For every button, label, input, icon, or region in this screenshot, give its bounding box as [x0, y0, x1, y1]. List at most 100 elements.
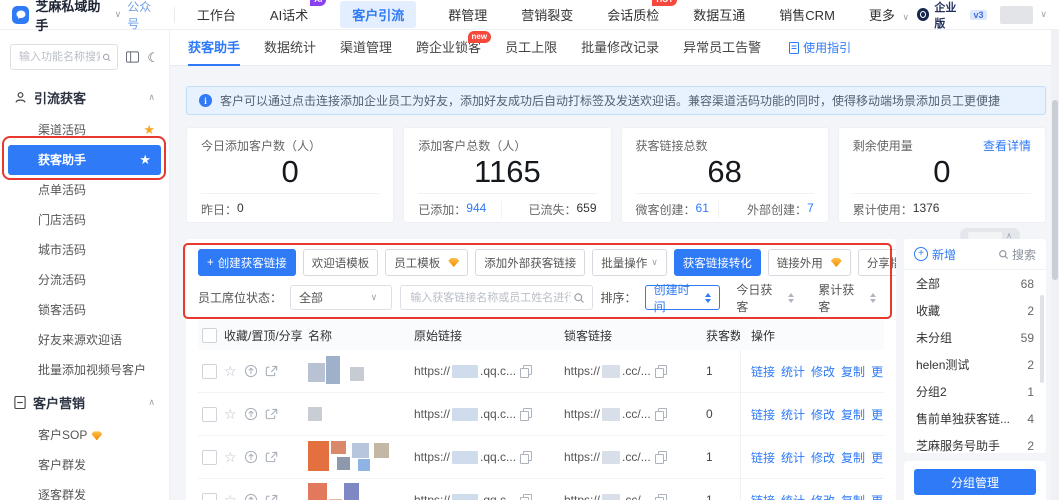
- link-conversion-button[interactable]: 获客链接转化: [674, 249, 761, 276]
- copy-icon[interactable]: [520, 451, 531, 463]
- tab-cross-enterprise-lock[interactable]: 跨企业锁客new: [416, 30, 481, 66]
- pin-top-icon[interactable]: [244, 493, 258, 500]
- action-edit[interactable]: 修改: [811, 449, 835, 466]
- action-more[interactable]: 更多: [871, 449, 884, 466]
- row-checkbox[interactable]: [202, 364, 217, 379]
- select-all-checkbox[interactable]: [202, 328, 217, 343]
- sidebar-item-friend-welcome[interactable]: 好友来源欢迎语: [0, 325, 169, 355]
- action-copy[interactable]: 复制: [841, 406, 865, 423]
- action-edit[interactable]: 修改: [811, 406, 835, 423]
- copy-icon[interactable]: [655, 408, 666, 420]
- account-chevron-down-icon[interactable]: ∨: [1040, 9, 1047, 20]
- group-item[interactable]: 未分组 59: [904, 324, 1046, 351]
- welcome-template-button[interactable]: 欢迎语模板: [303, 249, 379, 276]
- tab-acquisition-assistant[interactable]: 获客助手: [188, 30, 240, 66]
- tab-data-statistics[interactable]: 数据统计: [264, 30, 316, 66]
- tab-channel-management[interactable]: 渠道管理: [340, 30, 392, 66]
- group-item[interactable]: 收藏 2: [904, 297, 1046, 324]
- copy-icon[interactable]: [655, 451, 666, 463]
- action-more[interactable]: 更多: [871, 363, 884, 380]
- pin-top-icon[interactable]: [244, 364, 258, 378]
- action-link[interactable]: 链接: [751, 492, 775, 500]
- nav-data-interchange[interactable]: 数据互通: [691, 1, 747, 28]
- sidebar-item-batch-video-customers[interactable]: 批量添加视频号客户: [0, 355, 169, 385]
- group-item[interactable]: 售前单独获客链... 4: [904, 405, 1046, 432]
- group-manage-button[interactable]: 分组管理: [914, 469, 1036, 495]
- action-statistics[interactable]: 统计: [781, 363, 805, 380]
- share-metrics-button[interactable]: 分享指标: [858, 249, 896, 276]
- favorite-star-icon[interactable]: ★: [143, 115, 155, 145]
- seat-status-select[interactable]: 全部∨: [290, 285, 392, 310]
- favorite-star-icon[interactable]: ☆: [224, 493, 237, 500]
- copy-icon[interactable]: [520, 494, 531, 500]
- row-checkbox[interactable]: [202, 407, 217, 422]
- sidebar-item-store-qr[interactable]: 门店活码: [0, 205, 169, 235]
- sidebar-section-marketing[interactable]: 客户营销 ∧: [0, 385, 169, 420]
- view-details-link[interactable]: 查看详情: [983, 137, 1031, 154]
- tab-staff-limit[interactable]: 员工上限: [505, 30, 557, 66]
- action-edit[interactable]: 修改: [811, 363, 835, 380]
- scrollbar-thumb[interactable]: [1052, 100, 1058, 280]
- row-checkbox[interactable]: [202, 493, 217, 500]
- row-checkbox[interactable]: [202, 450, 217, 465]
- action-edit[interactable]: 修改: [811, 492, 835, 500]
- sort-by-total[interactable]: 累计获客: [810, 285, 884, 310]
- sidebar-item-lock-qr[interactable]: 锁客活码: [0, 295, 169, 325]
- tab-batch-modify-log[interactable]: 批量修改记录: [581, 30, 659, 66]
- action-link[interactable]: 链接: [751, 363, 775, 380]
- sidebar-item-city-qr[interactable]: 城市活码: [0, 235, 169, 265]
- usage-guide-link[interactable]: 使用指引: [789, 39, 851, 56]
- sidebar-item-channel-qr[interactable]: 渠道活码★: [0, 115, 169, 145]
- nav-customer-acquisition[interactable]: 客户引流: [340, 1, 416, 28]
- favorite-star-icon[interactable]: ☆: [224, 450, 237, 464]
- action-link[interactable]: 链接: [751, 449, 775, 466]
- copy-icon[interactable]: [520, 408, 531, 420]
- sort-by-create-time[interactable]: 创建时间: [645, 285, 721, 310]
- pin-top-icon[interactable]: [244, 407, 258, 421]
- sidebar-item-split-qr[interactable]: 分流活码: [0, 265, 169, 295]
- group-item[interactable]: 芝麻服务号助手 2: [904, 432, 1046, 453]
- sidebar-search-input[interactable]: [17, 50, 102, 64]
- favorite-star-icon[interactable]: ☆: [224, 364, 237, 378]
- pin-top-icon[interactable]: [244, 450, 258, 464]
- group-search-button[interactable]: 搜索: [998, 246, 1036, 263]
- copy-icon[interactable]: [520, 365, 531, 377]
- user-avatar[interactable]: [1000, 6, 1034, 24]
- action-statistics[interactable]: 统计: [781, 406, 805, 423]
- scrollbar-thumb[interactable]: [1040, 295, 1044, 383]
- copy-icon[interactable]: [655, 365, 666, 377]
- action-link[interactable]: 链接: [751, 406, 775, 423]
- favorite-star-icon[interactable]: ★: [139, 145, 151, 175]
- nav-sales-crm[interactable]: 销售CRM: [777, 1, 837, 28]
- action-statistics[interactable]: 统计: [781, 492, 805, 500]
- action-copy[interactable]: 复制: [841, 449, 865, 466]
- official-account-link[interactable]: 公众号: [127, 0, 162, 32]
- batch-operation-dropdown[interactable]: 批量操作∨: [592, 249, 667, 276]
- add-external-link-button[interactable]: 添加外部获客链接: [475, 249, 585, 276]
- share-icon[interactable]: [265, 494, 278, 500]
- share-icon[interactable]: [265, 408, 278, 421]
- sidebar-item-order-qr[interactable]: 点单活码: [0, 175, 169, 205]
- nav-workbench[interactable]: 工作台: [195, 1, 238, 28]
- action-statistics[interactable]: 统计: [781, 449, 805, 466]
- share-icon[interactable]: [265, 451, 278, 464]
- add-group-button[interactable]: +新增: [914, 246, 956, 263]
- nav-more[interactable]: 更多 ∨: [867, 1, 917, 28]
- tab-abnormal-staff-alert[interactable]: 异常员工告警: [683, 30, 761, 66]
- copy-icon[interactable]: [655, 494, 666, 500]
- link-external-use-button[interactable]: 链接外用: [768, 249, 851, 276]
- sidebar-item-chase-broadcast[interactable]: 逐客群发: [0, 480, 169, 500]
- action-copy[interactable]: 复制: [841, 363, 865, 380]
- share-icon[interactable]: [265, 365, 278, 378]
- nav-ai-script[interactable]: AI话术AI: [268, 1, 310, 28]
- window-scrollbar[interactable]: [1051, 30, 1059, 500]
- sort-by-today[interactable]: 今日获客: [728, 285, 802, 310]
- action-copy[interactable]: 复制: [841, 492, 865, 500]
- create-link-button[interactable]: +创建获客链接: [198, 249, 296, 276]
- favorite-star-icon[interactable]: ☆: [224, 407, 237, 421]
- sidebar-item-acquisition-assistant[interactable]: 获客助手★: [8, 145, 161, 175]
- group-item[interactable]: 分组2 1: [904, 378, 1046, 405]
- brand-chevron-down-icon[interactable]: ∨: [115, 9, 122, 20]
- sidebar-item-customer-sop[interactable]: 客户SOP: [0, 420, 169, 450]
- collapse-panel-icon[interactable]: [126, 51, 139, 63]
